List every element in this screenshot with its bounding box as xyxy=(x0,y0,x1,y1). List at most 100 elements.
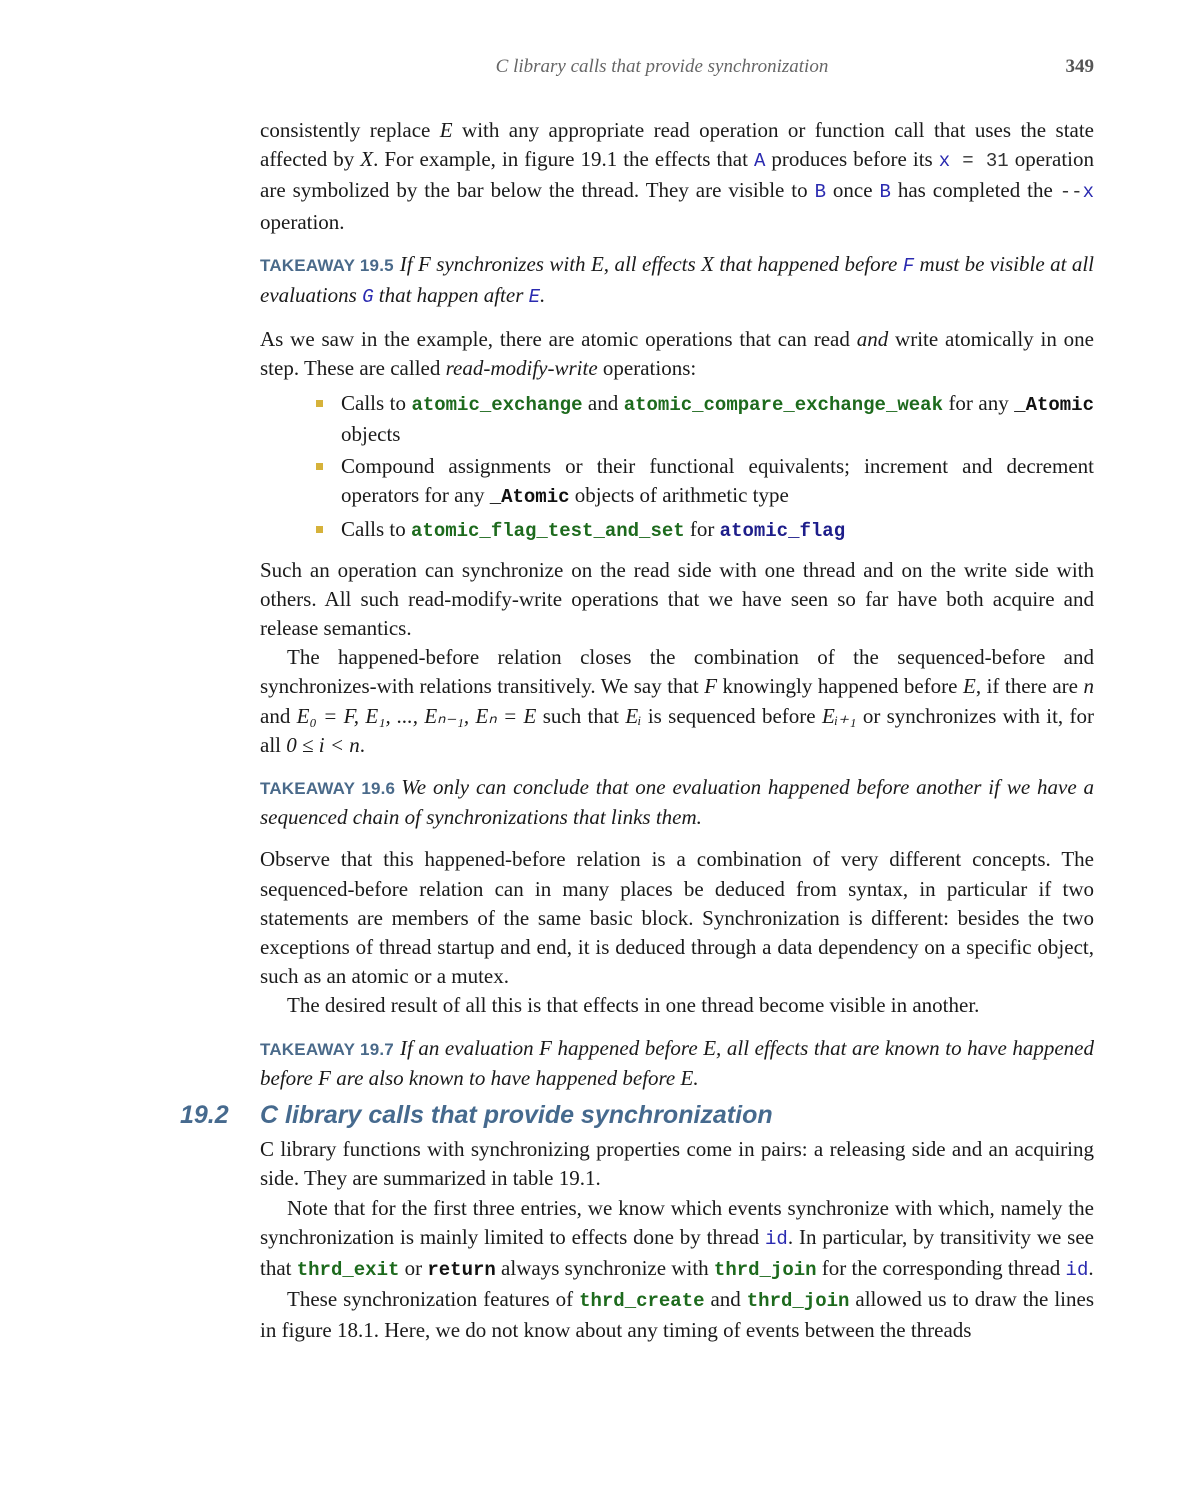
code-function: atomic_flag_test_and_set xyxy=(411,520,685,543)
math-var: E xyxy=(680,1065,694,1090)
math-var: E xyxy=(439,118,453,142)
text: objects of arithmetic type xyxy=(569,483,789,508)
text: operation. xyxy=(260,209,345,234)
text-column: consistently replace E with any appropri… xyxy=(180,116,1094,1346)
running-title: C library calls that provide synchroniza… xyxy=(495,56,829,77)
text: once xyxy=(825,178,880,203)
text: for xyxy=(684,517,720,542)
takeaway-19-7: TAKEAWAY 19.7 If an evaluation F happened… xyxy=(260,1034,1094,1093)
math-var: F xyxy=(539,1035,552,1060)
paragraph: C library functions with synchronizing p… xyxy=(260,1137,1094,1191)
code-function: thrd_join xyxy=(713,1258,817,1281)
takeaway-label: TAKEAWAY 19.6 xyxy=(260,779,396,799)
bullet-icon xyxy=(316,526,323,534)
list-item: Calls to atomic_flag_test_and_set for at… xyxy=(316,515,1094,546)
text: . For example, in figure 19.1 the effect… xyxy=(373,147,754,172)
paragraph: The happened-before relation closes the … xyxy=(260,643,1094,760)
text: . xyxy=(693,1065,699,1090)
text: always synchronize with xyxy=(495,1255,714,1280)
math-var: E xyxy=(590,251,604,276)
text: If xyxy=(399,251,419,276)
code-var: G xyxy=(362,286,374,309)
code-function: thrd_join xyxy=(746,1290,850,1313)
math-var: F xyxy=(318,1065,331,1090)
emphasis: and xyxy=(856,327,889,352)
code-keyword: _Atomic xyxy=(1014,393,1094,416)
text: has completed the xyxy=(890,178,1060,203)
text: and xyxy=(582,390,624,415)
code-var: B xyxy=(814,181,826,204)
text: and xyxy=(260,703,297,728)
code-var: id xyxy=(765,1227,788,1250)
text: such that xyxy=(536,703,626,728)
code-operator: -- xyxy=(1059,181,1083,204)
math-var: E xyxy=(962,674,976,699)
section-title: C library calls that provide synchroniza… xyxy=(260,1101,773,1130)
math-var: F xyxy=(704,674,718,699)
paragraph: Observe that this happened-before relati… xyxy=(260,847,1094,989)
section-number: 19.2 xyxy=(180,1101,229,1130)
text: synchronizes with xyxy=(430,251,591,276)
math-var: F xyxy=(418,251,431,276)
math-var: E xyxy=(703,1035,717,1060)
list-item: Calls to atomic_exchange and atomic_comp… xyxy=(316,389,1094,449)
list-item: Compound assignments or their functional… xyxy=(316,452,1094,512)
text: happened before xyxy=(551,1035,704,1060)
math-var: X xyxy=(360,147,374,172)
text: objects xyxy=(341,421,401,446)
text: produces before its xyxy=(765,147,939,172)
text: . xyxy=(540,283,546,308)
takeaway-label: TAKEAWAY 19.7 xyxy=(260,1039,394,1059)
math-expression: E₀ = F, E₁, ..., Eₙ₋₁, Eₙ = E xyxy=(296,703,537,728)
takeaway-19-6: TAKEAWAY 19.6 We only can conclude that o… xyxy=(260,773,1094,832)
text: . xyxy=(1088,1255,1094,1280)
text: operations: xyxy=(597,356,697,381)
paragraph: As we saw in the example, there are atom… xyxy=(260,325,1094,383)
text: for the corresponding thread xyxy=(816,1255,1066,1280)
section-heading: 19.2 C library calls that provide synchro… xyxy=(180,1097,1094,1133)
text: Calls to xyxy=(341,517,412,542)
takeaway-19-5: TAKEAWAY 19.5 If F synchronizes with E, a… xyxy=(260,250,1094,312)
text: If an evaluation xyxy=(399,1035,540,1060)
code-keyword: _Atomic xyxy=(489,486,570,509)
code-literal: = 31 xyxy=(950,150,1009,173)
bullet-icon xyxy=(316,399,323,407)
paragraph: Such an operation can synchronize on the… xyxy=(260,557,1094,641)
code-var: E xyxy=(528,286,541,309)
code-var: id xyxy=(1065,1258,1089,1281)
emphasis: read-modify-write xyxy=(445,356,598,381)
bullet-icon xyxy=(316,463,323,471)
text: , all effects xyxy=(603,251,702,276)
math-var: Eᵢ₊₁ xyxy=(821,703,857,728)
text: knowingly happened before xyxy=(717,674,963,699)
text: that happen after xyxy=(373,283,529,308)
paragraph: consistently replace E with any appropri… xyxy=(260,116,1094,237)
math-expression: 0 ≤ i < n xyxy=(286,732,360,757)
code-var: A xyxy=(753,150,766,173)
page-number: 349 xyxy=(1065,56,1095,77)
code-var: F xyxy=(902,254,915,277)
math-var: X xyxy=(701,251,714,276)
code-function: atomic_exchange xyxy=(411,393,583,416)
code-keyword: return xyxy=(427,1258,496,1281)
text: or xyxy=(399,1255,428,1280)
code-var: x xyxy=(1082,181,1094,204)
text: Calls to xyxy=(341,390,412,415)
text: for any xyxy=(942,390,1015,415)
text: , if there are xyxy=(975,674,1084,699)
paragraph: These synchronization features of thrd_c… xyxy=(260,1285,1094,1345)
text: These synchronization features of xyxy=(287,1287,580,1312)
text: is sequenced before xyxy=(641,703,822,728)
code-function: thrd_create xyxy=(579,1290,705,1313)
math-var: n xyxy=(1083,674,1095,699)
text: As we saw in the example, there are atom… xyxy=(260,327,857,352)
code-function: atomic_compare_exchange_weak xyxy=(623,393,943,416)
paragraph: Note that for the first three entries, w… xyxy=(260,1194,1094,1286)
bullet-list: Calls to atomic_exchange and atomic_comp… xyxy=(260,389,1094,547)
paragraph: The desired result of all this is that e… xyxy=(287,993,980,1018)
code-var: B xyxy=(879,181,891,204)
text: . xyxy=(359,732,366,757)
page-header: C library calls that provide synchroniza… xyxy=(260,56,1094,82)
code-function: thrd_exit xyxy=(296,1258,400,1281)
code-type: atomic_flag xyxy=(719,520,846,543)
